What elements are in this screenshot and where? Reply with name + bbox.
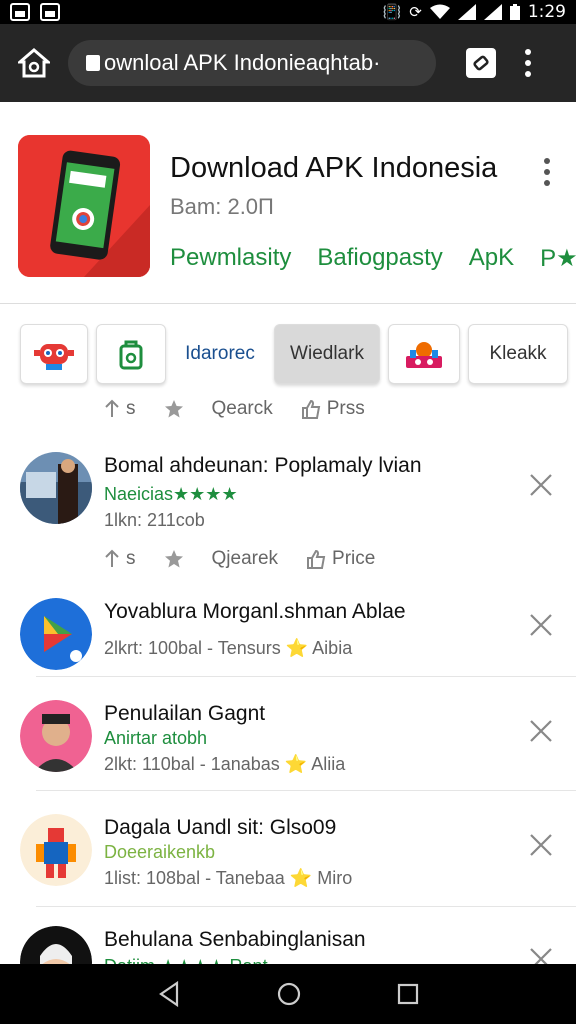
battery-icon <box>509 4 520 20</box>
vibrate-icon: 📳 <box>382 3 402 21</box>
chip-wiedlark[interactable]: Wiedlark <box>274 324 380 384</box>
share-action[interactable]: s <box>104 398 136 420</box>
app-link-2[interactable]: Bafiogpasty <box>317 244 442 273</box>
list-item[interactable]: Behulana Senbabinglanisan Datiim ★★★★ Ra… <box>0 920 576 964</box>
chip-robot[interactable] <box>20 324 88 384</box>
app-title: Download APK Indonesia <box>170 152 498 184</box>
chip-kleakk[interactable]: Kleakk <box>468 324 568 384</box>
star-action[interactable] <box>164 549 184 569</box>
app-link-4[interactable]: P★ <box>540 244 576 273</box>
divider <box>36 790 576 791</box>
close-icon[interactable] <box>528 718 554 744</box>
star-icon <box>164 400 183 418</box>
category-chips: Idarorec Wiedlark Kleakk <box>20 324 568 384</box>
clock: 1:29 <box>527 2 566 22</box>
avatar <box>20 452 92 524</box>
navigation-bar <box>0 964 576 1024</box>
phone-icon <box>18 135 150 277</box>
item-title: Dagala Uandl sit: Glso09 <box>104 816 337 839</box>
search-action[interactable]: Qjearek <box>212 548 279 570</box>
home-circle-icon[interactable] <box>276 981 302 1007</box>
app-version: Bam: 2.0П <box>170 194 274 219</box>
gallery-notification-icon <box>10 3 30 21</box>
item-title: Bomal ahdeunan: Poplamaly lvian <box>104 454 422 477</box>
url-text: ownloal APK Indonieaqhtab· <box>104 50 381 75</box>
mosque-icon <box>406 342 442 368</box>
divider <box>36 906 576 907</box>
list-item[interactable]: Penulailan Gagnt Anirtar atobh 2lkt: 110… <box>0 690 576 802</box>
chip-idarorec[interactable]: Idarorec <box>174 324 266 384</box>
action-row-mid: s Qjearek Price <box>104 548 375 570</box>
avatar <box>20 700 92 772</box>
recents-icon[interactable] <box>397 983 419 1005</box>
list-item[interactable]: Dagala Uandl sit: Glso09 Doeeraikenkb 1l… <box>0 804 576 916</box>
overflow-menu-button[interactable] <box>518 49 538 77</box>
star-icon <box>164 550 183 568</box>
share-action[interactable]: s <box>104 548 136 570</box>
item-title: Penulailan Gagnt <box>104 702 266 725</box>
share-icon <box>105 549 119 567</box>
thumbs-up-icon <box>301 399 320 419</box>
like-action[interactable]: Price <box>306 548 375 570</box>
home-icon <box>18 48 50 78</box>
avatar <box>20 814 92 886</box>
close-icon[interactable] <box>528 832 554 858</box>
signal-icon <box>457 4 476 20</box>
app-more-button[interactable] <box>544 158 550 186</box>
like-action[interactable]: Prss <box>301 398 365 420</box>
item-meta: 1lkn: 211cob <box>104 510 205 530</box>
image-notification-icon <box>40 3 60 21</box>
app-links: Pewmlasity Bafiogpasty ApK P★ <box>170 244 576 273</box>
app-header: Download APK Indonesia Bam: 2.0П Pewmlas… <box>0 102 576 304</box>
list-item[interactable]: Bomal ahdeunan: Poplamaly lvian Naeicias… <box>0 442 576 554</box>
divider <box>36 676 576 677</box>
item-subtitle: Naeicias★★★★ <box>104 484 238 504</box>
browser-toolbar: ownloal APK Indonieaqhtab· <box>0 24 576 102</box>
android-bag-icon <box>119 340 143 370</box>
app-link-3[interactable]: ApK <box>469 244 514 273</box>
search-action[interactable]: Qearck <box>212 398 273 420</box>
thumbs-up-icon <box>307 549 326 569</box>
chip-mosque[interactable] <box>388 324 460 384</box>
address-bar[interactable]: ownloal APK Indonieaqhtab· <box>68 40 436 86</box>
close-icon[interactable] <box>528 612 554 638</box>
item-meta: 2lkrt: 100bal - Tensurs ⭐ Aibia <box>104 638 353 658</box>
lock-icon <box>86 55 100 71</box>
item-subtitle: Doeeraikenkb <box>104 842 216 862</box>
star-action[interactable] <box>164 399 184 419</box>
share-icon <box>105 399 119 417</box>
status-bar: 📳 ⟳ 1:29 <box>0 0 576 24</box>
avatar <box>20 598 92 670</box>
signal-icon-2 <box>483 4 502 20</box>
item-title: Behulana Senbabinglanisan <box>104 928 366 951</box>
avatar <box>20 926 92 964</box>
home-button[interactable] <box>14 43 54 83</box>
item-subtitle: Anirtar atobh <box>104 728 208 748</box>
app-icon[interactable] <box>18 135 150 277</box>
app-link-1[interactable]: Pewmlasity <box>170 244 291 273</box>
tag-icon <box>473 55 489 71</box>
item-meta: 2lkt: 110bal - 1anabas ⭐ Aliia <box>104 754 346 774</box>
sync-icon: ⟳ <box>409 3 422 21</box>
tab-switcher-button[interactable] <box>466 48 496 78</box>
item-meta: 1list: 108bal - Tanebaa ⭐ Miro <box>104 868 353 888</box>
action-row-top: s Qearck Prss <box>104 398 365 420</box>
back-icon[interactable] <box>157 981 181 1007</box>
close-icon[interactable] <box>528 946 554 964</box>
item-title: Yovablura Morganl.shman Ablae <box>104 600 406 623</box>
play-store-icon <box>20 598 92 670</box>
item-subtitle: Datiim ★★★★ Rant <box>104 956 268 964</box>
robot-icon <box>34 344 74 370</box>
close-icon[interactable] <box>528 472 554 498</box>
wifi-icon <box>429 4 450 19</box>
list-item[interactable]: Yovablura Morganl.shman Ablae 2lkrt: 100… <box>0 588 576 700</box>
chip-android[interactable] <box>96 324 166 384</box>
